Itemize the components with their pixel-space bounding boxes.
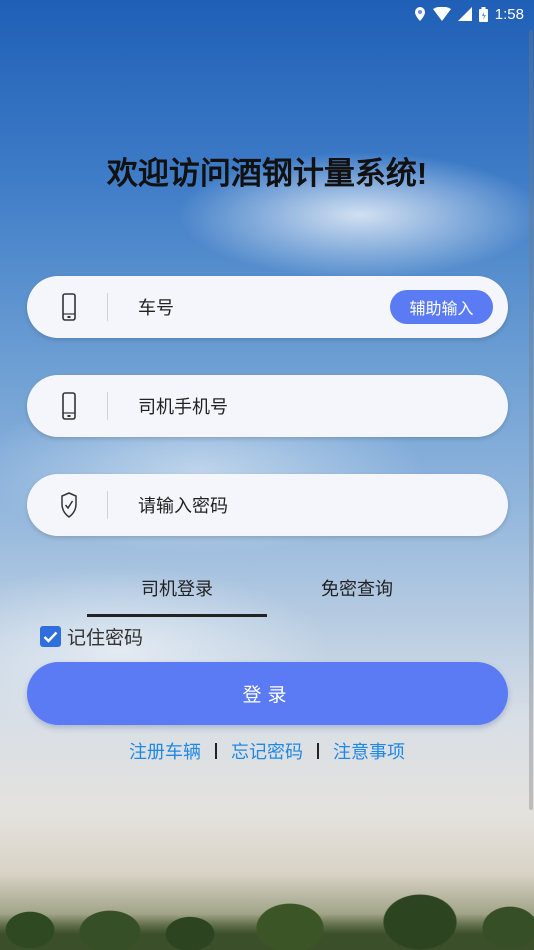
check-icon: [43, 631, 58, 643]
login-button[interactable]: 登录: [27, 662, 508, 725]
remember-password[interactable]: 记住密码: [40, 623, 143, 650]
register-vehicle-link[interactable]: 注册车辆: [115, 738, 215, 764]
plate-number-input[interactable]: 车号: [138, 294, 174, 320]
field-divider: [107, 392, 108, 420]
scrollbar[interactable]: [529, 30, 533, 810]
phone-icon: [51, 391, 87, 421]
phone-icon: [51, 292, 87, 322]
password-input[interactable]: 请输入密码: [138, 492, 228, 518]
login-mode-tabs: 司机登录 免密查询: [87, 575, 447, 619]
remember-checkbox[interactable]: [40, 626, 61, 647]
tab-passwordless-query[interactable]: 免密查询: [267, 575, 447, 601]
wifi-icon: [432, 7, 451, 21]
battery-icon: [478, 6, 488, 22]
active-tab-indicator: [87, 614, 267, 617]
forgot-password-link[interactable]: 忘记密码: [217, 738, 317, 764]
driver-phone-field[interactable]: 司机手机号: [27, 375, 508, 437]
shield-check-icon: [51, 490, 87, 520]
remember-label: 记住密码: [67, 627, 144, 649]
tab-driver-login[interactable]: 司机登录: [87, 575, 267, 601]
field-divider: [107, 293, 108, 321]
cellular-signal-icon: [457, 7, 472, 21]
notes-link[interactable]: 注意事项: [319, 738, 419, 764]
location-icon: [414, 7, 425, 21]
driver-phone-input[interactable]: 司机手机号: [138, 393, 228, 419]
footer-links: 注册车辆 忘记密码 注意事项: [0, 738, 534, 764]
plate-number-field[interactable]: 车号 辅助输入: [27, 276, 508, 338]
page-title: 欢迎访问酒钢计量系统!: [106, 156, 428, 191]
assist-input-button[interactable]: 辅助输入: [390, 290, 493, 324]
status-time: 1:58: [494, 5, 524, 23]
password-field[interactable]: 请输入密码: [27, 474, 508, 536]
background-trees: [0, 870, 534, 950]
status-bar: 1:58: [0, 0, 534, 28]
field-divider: [107, 491, 108, 519]
